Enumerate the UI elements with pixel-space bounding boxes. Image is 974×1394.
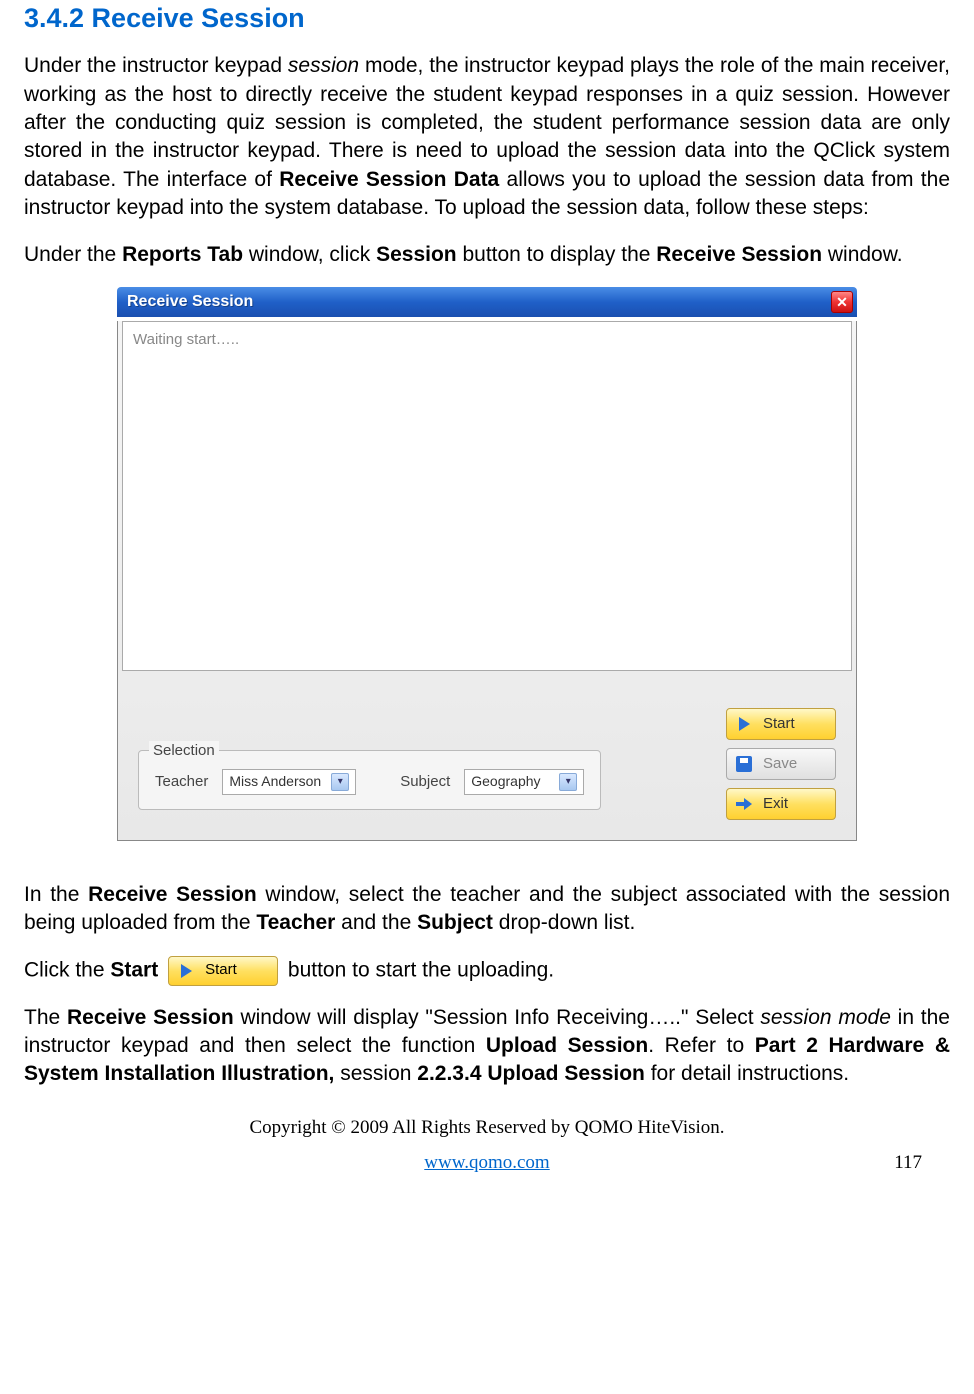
- text: Under the instructor keypad: [24, 54, 288, 77]
- start-label: Start: [205, 960, 237, 980]
- teacher-dropdown[interactable]: Miss Anderson ▾: [222, 769, 356, 795]
- text: for detail instructions.: [645, 1062, 849, 1085]
- text: The: [24, 1006, 67, 1029]
- waiting-text: Waiting start…..: [133, 331, 239, 348]
- section-heading: 3.4.2 Receive Session: [24, 0, 950, 36]
- subject-value: Geography: [471, 772, 540, 791]
- footer-url[interactable]: www.qomo.com: [424, 1152, 549, 1173]
- text: button to display the: [457, 243, 657, 266]
- subject-dropdown[interactable]: Geography ▾: [464, 769, 584, 795]
- text: window, click: [243, 243, 376, 266]
- save-label: Save: [763, 754, 797, 774]
- text-bold: Upload Session: [486, 1034, 648, 1057]
- paragraph-3: In the Receive Session window, select th…: [24, 881, 950, 938]
- copyright-text: Copyright © 2009 All Rights Reserved by …: [24, 1115, 950, 1141]
- paragraph-2: Under the Reports Tab window, click Sess…: [24, 241, 950, 269]
- text-bold: Receive Session: [88, 883, 257, 906]
- paragraph-4: Click the Start Start button to start th…: [24, 956, 950, 986]
- selection-fieldset: Selection Teacher Miss Anderson ▾ Subjec…: [138, 750, 601, 810]
- text-bold: 2.2.3.4 Upload Session: [417, 1062, 645, 1085]
- text: In the: [24, 883, 88, 906]
- text: window will display "Session Info Receiv…: [234, 1006, 761, 1029]
- selection-legend: Selection: [149, 741, 219, 761]
- start-label: Start: [763, 714, 795, 734]
- exit-arrow-icon: [735, 795, 753, 813]
- button-stack: Start Save Exit: [726, 708, 836, 820]
- text-italic: session: [288, 54, 359, 77]
- start-button[interactable]: Start: [726, 708, 836, 740]
- text: Click the: [24, 958, 110, 981]
- selection-group: Selection Teacher Miss Anderson ▾ Subjec…: [138, 750, 601, 810]
- paragraph-1: Under the instructor keypad session mode…: [24, 52, 950, 222]
- close-icon: ✕: [836, 295, 848, 309]
- chevron-down-icon: ▾: [559, 773, 577, 791]
- floppy-icon: [735, 755, 753, 773]
- play-icon: [735, 715, 753, 733]
- dialog-body: Waiting start….. Selection Teacher Miss …: [117, 321, 857, 841]
- text-bold: Receive Session Data: [279, 168, 499, 191]
- chevron-down-icon: ▾: [331, 773, 349, 791]
- inline-start-button: Start: [168, 956, 278, 986]
- dialog-title: Receive Session: [127, 291, 253, 313]
- text: Under the: [24, 243, 122, 266]
- text: drop-down list.: [493, 911, 635, 934]
- text: session: [334, 1062, 417, 1085]
- exit-button[interactable]: Exit: [726, 788, 836, 820]
- teacher-value: Miss Anderson: [229, 772, 321, 791]
- text-bold: Reports Tab: [122, 243, 243, 266]
- text-bold: Subject: [417, 911, 493, 934]
- text: window.: [822, 243, 903, 266]
- exit-label: Exit: [763, 794, 788, 814]
- subject-label: Subject: [400, 772, 450, 792]
- text: button to start the uploading.: [288, 958, 554, 981]
- text-bold: Start: [110, 958, 158, 981]
- text-italic: session mode: [760, 1006, 891, 1029]
- text: and the: [335, 911, 417, 934]
- save-button[interactable]: Save: [726, 748, 836, 780]
- footer: Copyright © 2009 All Rights Reserved by …: [24, 1115, 950, 1176]
- receive-session-dialog: Receive Session ✕ Waiting start….. Selec…: [117, 287, 857, 841]
- text-bold: Session: [376, 243, 457, 266]
- dialog-titlebar[interactable]: Receive Session ✕: [117, 287, 857, 317]
- teacher-label: Teacher: [155, 772, 208, 792]
- dialog-content-area: Waiting start…..: [122, 321, 852, 671]
- text-bold: Teacher: [256, 911, 335, 934]
- text-bold: Receive Session: [67, 1006, 234, 1029]
- page-number: 117: [894, 1150, 922, 1176]
- text: . Refer to: [648, 1034, 755, 1057]
- paragraph-5: The Receive Session window will display …: [24, 1004, 950, 1089]
- play-icon: [177, 962, 195, 980]
- close-button[interactable]: ✕: [831, 291, 853, 313]
- text-bold: Receive Session: [656, 243, 822, 266]
